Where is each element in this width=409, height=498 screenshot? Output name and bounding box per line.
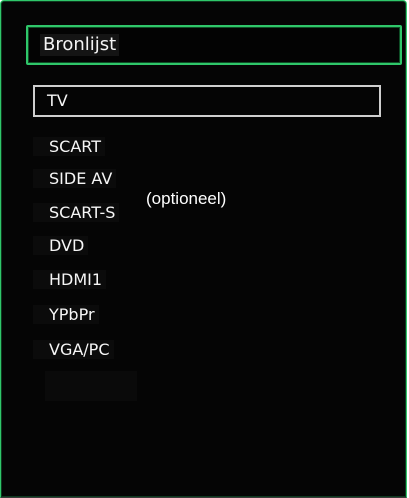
source-item-dvd[interactable]: DVD — [33, 232, 89, 262]
source-item-label: YPbPr — [33, 305, 99, 324]
source-item-side-av[interactable]: SIDE AV — [33, 165, 117, 195]
source-item-label: SCART-S — [33, 203, 120, 222]
source-item-scart-s[interactable]: SCART-S — [33, 199, 120, 229]
source-item-label: VGA/PC — [33, 340, 114, 359]
source-item-label: SCART — [33, 137, 105, 156]
menu-title-bar: Bronlijst — [26, 25, 402, 65]
source-item-vga-pc[interactable]: VGA/PC — [33, 336, 114, 366]
source-item-scart[interactable]: SCART — [33, 133, 105, 163]
source-item-label: TV — [47, 91, 68, 110]
source-item-label: HDMI1 — [33, 270, 107, 289]
empty-list-slot — [45, 371, 137, 401]
source-item-ypbpr[interactable]: YPbPr — [33, 301, 99, 331]
source-item-label: DVD — [33, 236, 89, 255]
menu-title: Bronlijst — [40, 34, 120, 56]
optional-note: (optioneel) — [146, 189, 227, 208]
source-item-label: SIDE AV — [33, 169, 117, 188]
source-item-tv[interactable]: TV — [33, 85, 381, 117]
source-list-window: Bronlijst TV SCART SIDE AV SCART-S DVD H… — [0, 0, 407, 498]
source-item-hdmi1[interactable]: HDMI1 — [33, 266, 107, 296]
